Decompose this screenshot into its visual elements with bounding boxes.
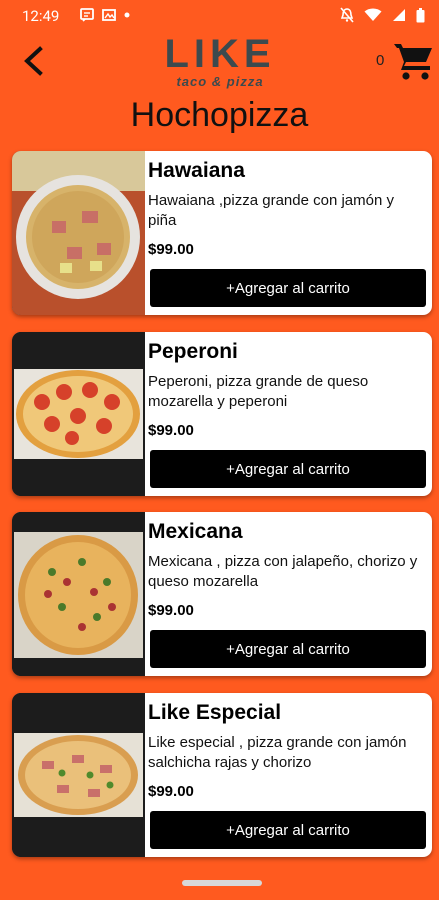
product-card: Peperoni Peperoni, pizza grande de queso…	[12, 332, 432, 496]
app-bar: LIKE taco & pizza 0	[0, 32, 439, 92]
status-right-icons	[340, 7, 425, 23]
home-indicator[interactable]	[182, 880, 262, 886]
back-button[interactable]	[18, 44, 52, 78]
logo-title: LIKE	[164, 32, 276, 76]
gallery-icon	[102, 9, 116, 21]
product-name: Mexicana	[148, 520, 243, 543]
mute-icon	[340, 7, 354, 23]
cart-button[interactable]	[392, 38, 436, 82]
product-name: Peperoni	[148, 340, 238, 363]
wifi-icon	[364, 8, 382, 21]
page-title: Hochopizza	[130, 96, 309, 134]
dot-icon	[124, 12, 130, 18]
product-price: $99.00	[148, 241, 194, 258]
message-icon	[80, 8, 94, 22]
product-card: Mexicana Mexicana , pizza con jalapeño, …	[12, 512, 432, 676]
status-left-icons	[80, 8, 130, 22]
status-time: 12:49	[22, 7, 60, 25]
product-image-peperoni	[12, 332, 145, 496]
add-to-cart-button[interactable]: +Agregar al carrito	[150, 811, 426, 849]
cart-count: 0	[376, 52, 385, 69]
product-card: Like Especial Like especial , pizza gran…	[12, 693, 432, 857]
product-image-like-especial	[12, 693, 145, 857]
battery-icon	[416, 7, 425, 22]
add-to-cart-button[interactable]: +Agregar al carrito	[150, 450, 426, 488]
logo-subtitle: taco & pizza	[176, 74, 264, 89]
product-image-mexicana	[12, 512, 145, 676]
shopping-cart-icon	[394, 44, 432, 80]
product-price: $99.00	[148, 602, 194, 619]
add-to-cart-button[interactable]: +Agregar al carrito	[150, 630, 426, 668]
product-price: $99.00	[148, 422, 194, 439]
product-name: Hawaiana	[148, 159, 245, 182]
add-to-cart-button[interactable]: +Agregar al carrito	[150, 269, 426, 307]
product-description: Hawaiana ,pizza grande con jamón y piña	[148, 192, 394, 229]
brand-logo: LIKE taco & pizza	[158, 34, 282, 90]
product-price: $99.00	[148, 783, 194, 800]
signal-icon	[393, 9, 405, 21]
status-bar: 12:49	[0, 0, 439, 32]
arrow-back-icon	[24, 46, 43, 76]
product-card: Hawaiana Hawaiana ,pizza grande con jamó…	[12, 151, 432, 315]
product-image-hawaiana	[12, 151, 145, 315]
product-description: Peperoni, pizza grande de queso mozarell…	[148, 373, 369, 410]
product-description: Like especial , pizza grande con jamón s…	[148, 734, 407, 771]
product-description: Mexicana , pizza con jalapeño, chorizo y…	[148, 553, 418, 590]
product-name: Like Especial	[148, 701, 282, 724]
